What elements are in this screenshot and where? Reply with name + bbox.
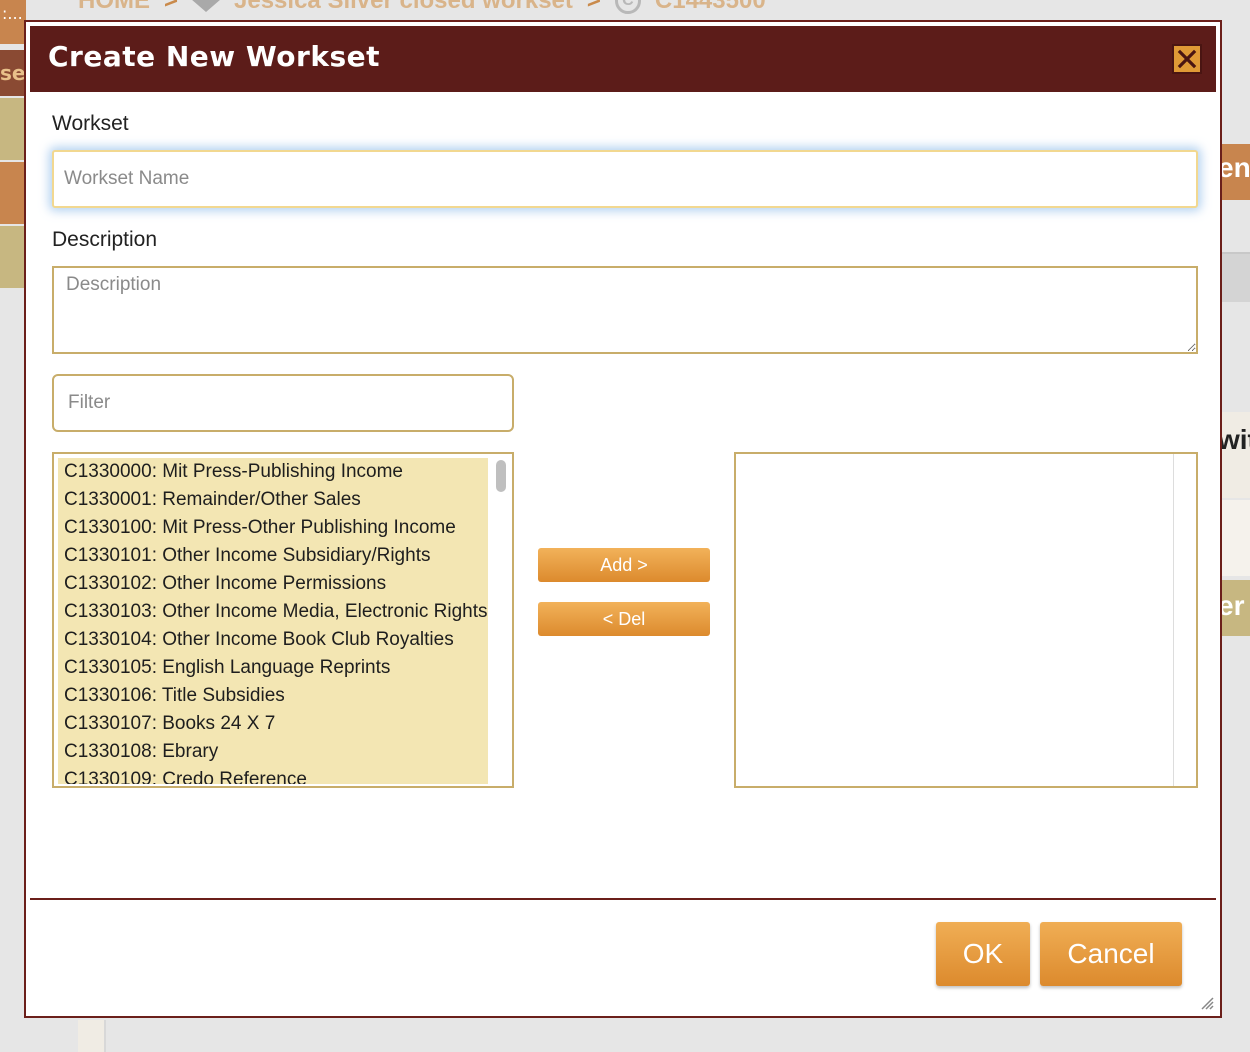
background-breadcrumb: HOME > Jessica Silver closed workset > C…	[78, 0, 766, 16]
breadcrumb-home-link[interactable]: HOME	[78, 0, 150, 15]
list-item[interactable]: C1330100: Mit Press-Other Publishing Inc…	[58, 514, 488, 542]
background-left-tab-label[interactable]: set	[0, 50, 26, 96]
list-item[interactable]: C1330105: English Language Reprints	[58, 654, 488, 682]
list-scrollbar-thumb[interactable]	[496, 460, 506, 492]
close-button[interactable]	[1172, 44, 1202, 74]
close-icon	[1177, 49, 1197, 69]
filter-input[interactable]	[52, 374, 514, 432]
description-textarea[interactable]	[52, 266, 1198, 354]
breadcrumb-separator: >	[164, 0, 179, 14]
background-right-tab-2[interactable]: wit	[1222, 412, 1250, 498]
background-left-tab-dots[interactable]: :...	[0, 0, 26, 44]
list-item[interactable]: C1330001: Remainder/Other Sales	[58, 486, 488, 514]
resize-grip-icon[interactable]	[1198, 994, 1214, 1010]
background-right-cell	[1222, 500, 1250, 576]
list-scrollbar[interactable]	[492, 456, 510, 784]
list-item[interactable]: C1330106: Title Subsidies	[58, 682, 488, 710]
background-left-tab-2[interactable]	[0, 162, 26, 224]
background-left-tab-text: set	[0, 61, 26, 85]
background-left-tab-1[interactable]	[0, 98, 26, 160]
list-item[interactable]: C1330103: Other Income Media, Electronic…	[58, 598, 488, 626]
list-item[interactable]: C1330104: Other Income Book Club Royalti…	[58, 626, 488, 654]
background-right-tab-text-1: ent	[1222, 152, 1250, 183]
background-right-tab-text-3: er	[1222, 590, 1245, 621]
footer-divider	[30, 898, 1216, 900]
background-right-tab-3[interactable]: er	[1222, 580, 1250, 636]
del-button[interactable]: < Del	[538, 602, 710, 636]
list-item[interactable]: C1330102: Other Income Permissions	[58, 570, 488, 598]
dialog-header[interactable]: Create New Workset	[30, 26, 1216, 92]
workset-tag-icon	[192, 0, 221, 12]
create-workset-dialog: Create New Workset Workset Description C…	[24, 20, 1222, 1018]
background-right-strip	[1222, 252, 1250, 302]
background-right-tab-1[interactable]: ent	[1222, 144, 1250, 200]
background-right-tab-text-2: wit	[1222, 424, 1250, 455]
available-items-list[interactable]: C1330000: Mit Press-Publishing Income C13…	[52, 452, 514, 788]
breadcrumb-account-code: C1443500	[654, 0, 766, 14]
breadcrumb-separator-2: >	[586, 0, 601, 14]
ok-button[interactable]: OK	[936, 922, 1030, 986]
list-item[interactable]: C1330101: Other Income Subsidiary/Rights	[58, 542, 488, 570]
description-label: Description	[52, 228, 158, 251]
cancel-button[interactable]: Cancel	[1040, 922, 1182, 986]
background-bottom-strip	[78, 1020, 106, 1052]
list-item[interactable]: C1330109: Credo Reference	[58, 766, 488, 784]
workset-name-input[interactable]	[52, 150, 1198, 208]
selected-list-scrollbar[interactable]	[1173, 454, 1196, 786]
selected-items-list[interactable]	[734, 452, 1198, 788]
background-left-tab-3[interactable]	[0, 226, 26, 288]
breadcrumb-workset-link[interactable]: Jessica Silver closed workset	[234, 0, 573, 15]
copyright-circle-icon: C	[614, 0, 641, 14]
list-item[interactable]: C1330107: Books 24 X 7	[58, 710, 488, 738]
add-button[interactable]: Add >	[538, 548, 710, 582]
workset-label: Workset	[52, 112, 129, 135]
dialog-title: Create New Workset	[48, 40, 380, 73]
list-item[interactable]: C1330000: Mit Press-Publishing Income	[58, 458, 488, 486]
available-items-container: C1330000: Mit Press-Publishing Income C13…	[58, 458, 488, 784]
list-item[interactable]: C1330108: Ebrary	[58, 738, 488, 766]
